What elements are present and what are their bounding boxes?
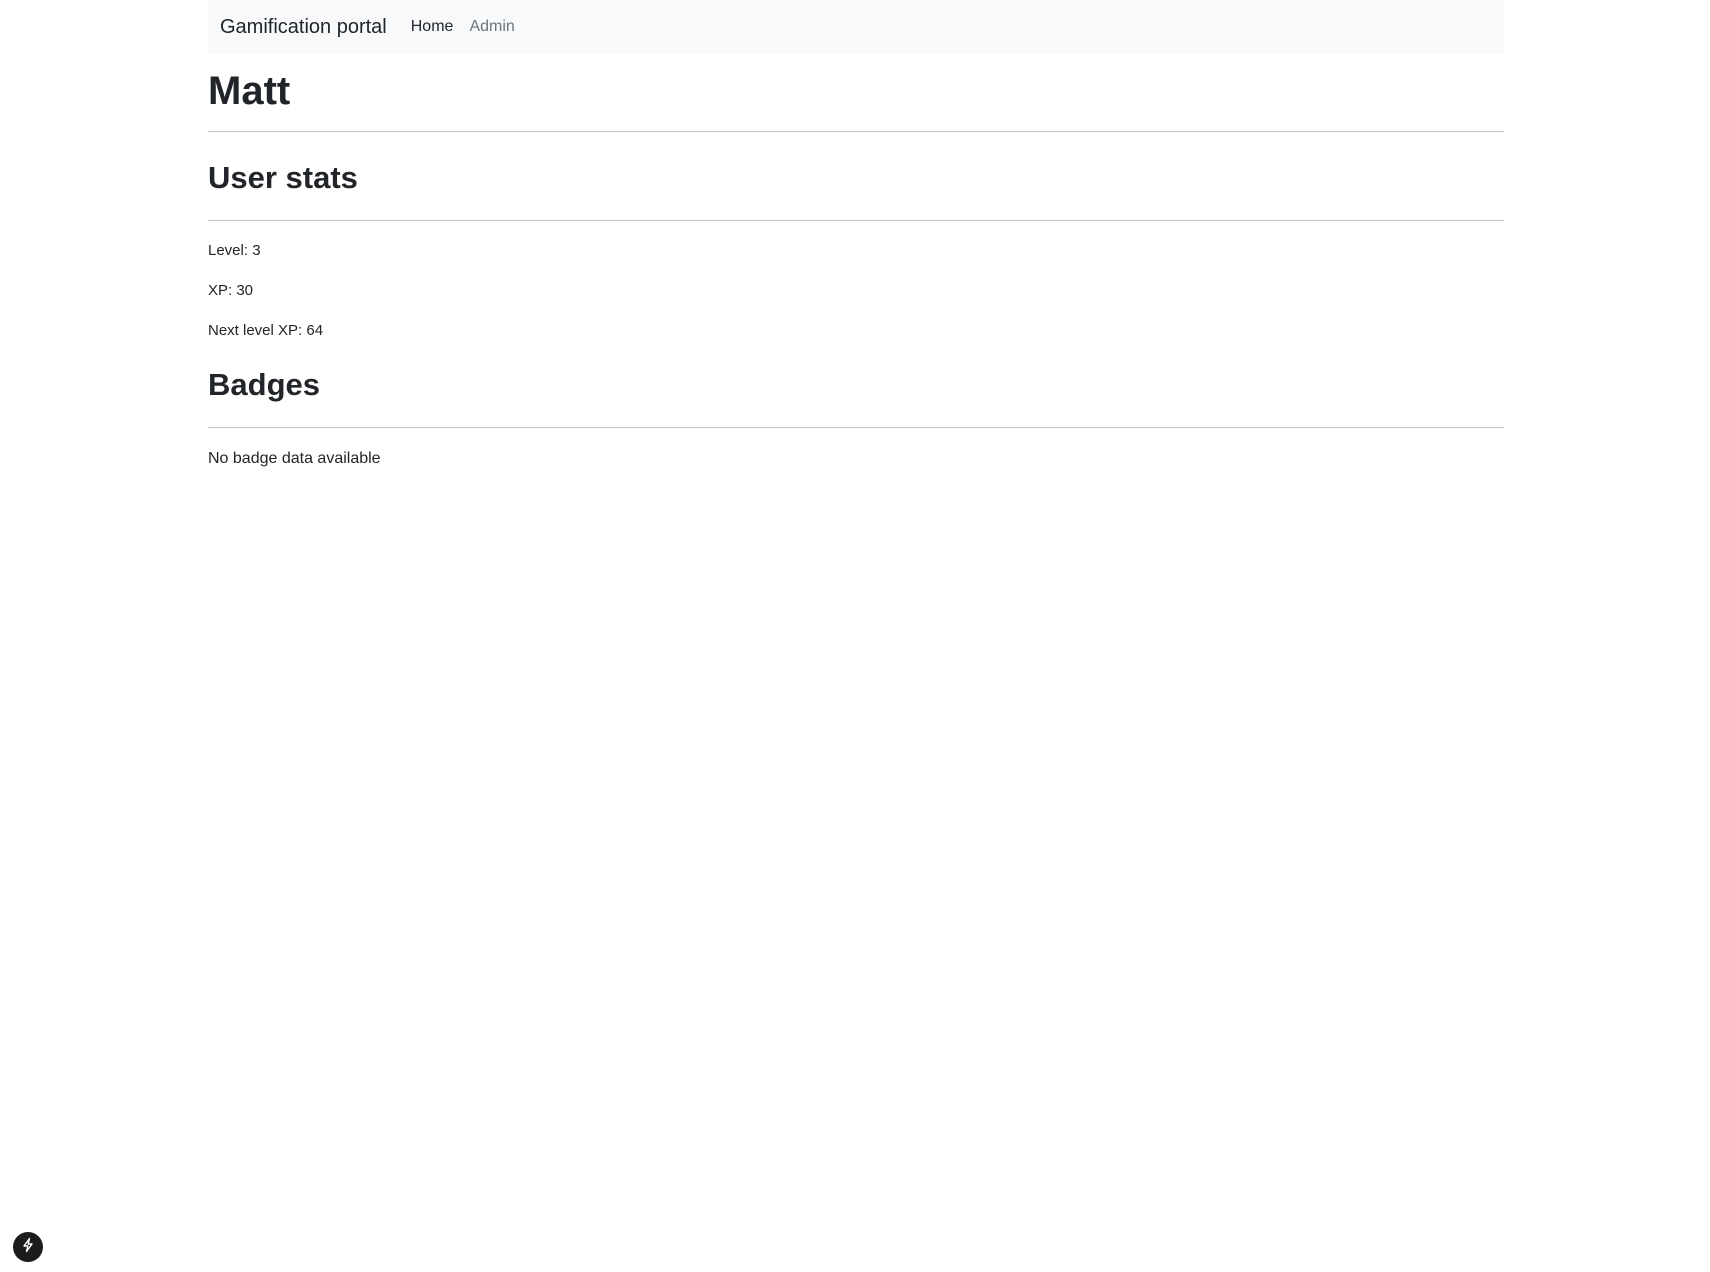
dev-tools-button[interactable]	[13, 1232, 43, 1262]
brand-link[interactable]: Gamification portal	[220, 16, 387, 39]
page-container: Gamification portal Home Admin Matt User…	[208, 0, 1504, 469]
page-title: Matt	[208, 69, 291, 113]
divider	[208, 220, 1504, 221]
stat-next-level-xp: Next level XP: 64	[208, 322, 324, 339]
divider	[208, 131, 1504, 132]
stat-level: Level: 3	[208, 242, 261, 259]
stat-xp: XP: 30	[208, 282, 254, 299]
badges-heading: Badges	[208, 367, 320, 402]
user-stats-heading: User stats	[208, 160, 358, 195]
badges-empty-message: No badge data available	[208, 450, 381, 467]
nav-link-admin[interactable]: Admin	[469, 18, 514, 36]
nav-link-home[interactable]: Home	[411, 18, 454, 36]
lightning-icon	[20, 1237, 36, 1258]
divider	[208, 427, 1504, 428]
top-navbar: Gamification portal Home Admin	[208, 0, 1504, 54]
